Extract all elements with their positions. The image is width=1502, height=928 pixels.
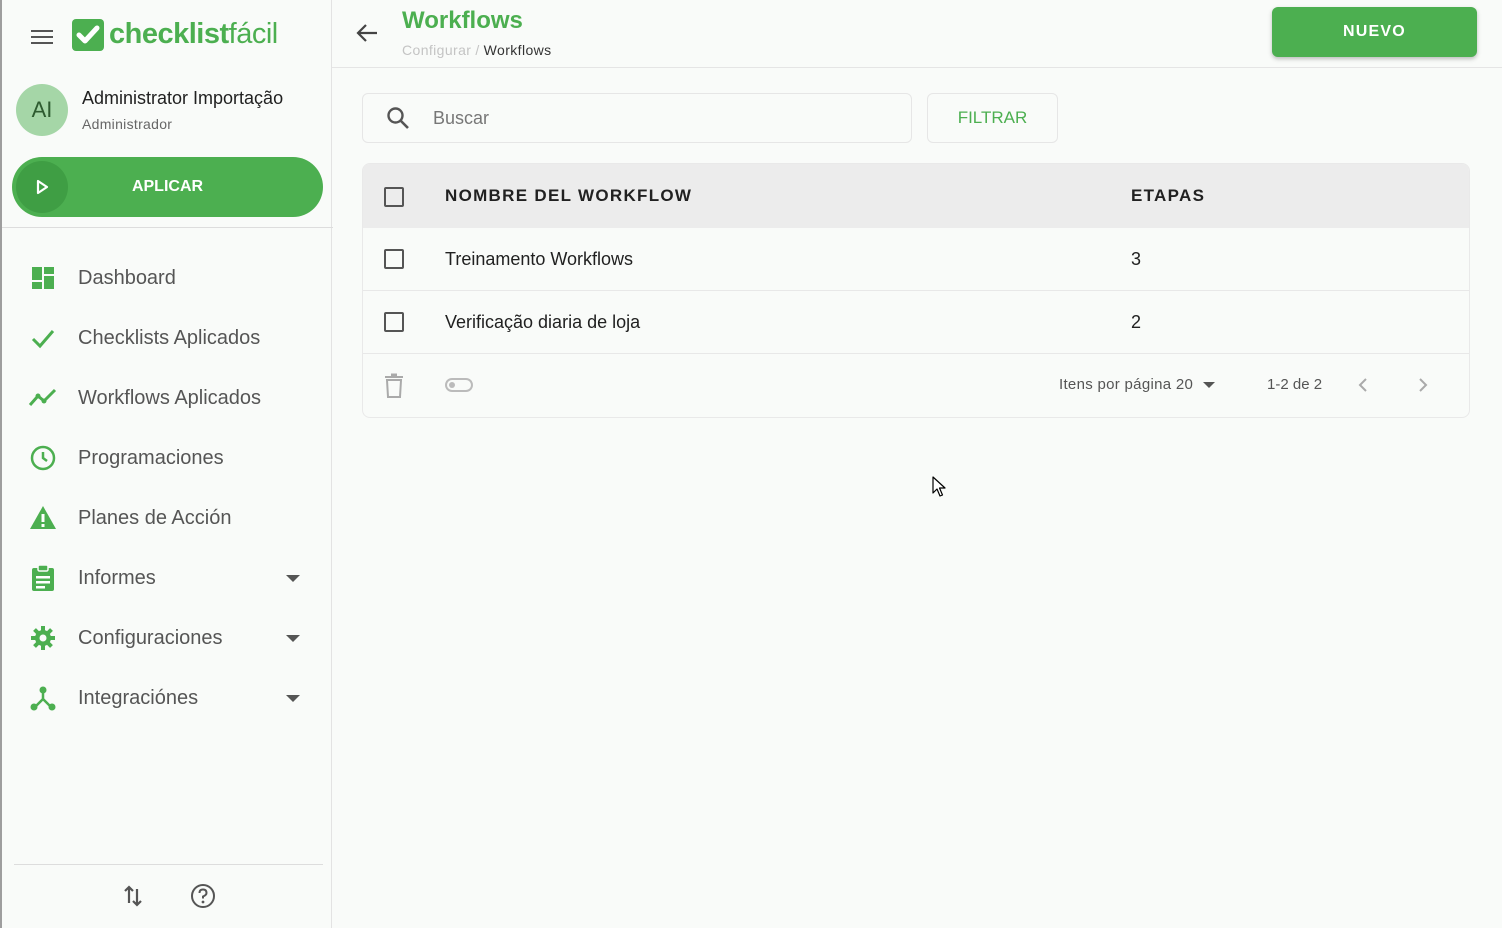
sidebar-item-dashboard[interactable]: Dashboard	[2, 248, 332, 308]
breadcrumb-parent-link[interactable]: Configurar	[402, 42, 471, 58]
sidebar: checklistfácil AI Administrator Importaç…	[0, 0, 333, 928]
chevron-down-icon	[1203, 381, 1216, 388]
app-logo[interactable]: checklistfácil	[72, 18, 278, 51]
sidebar-footer	[2, 878, 332, 914]
toggle-switch[interactable]	[445, 378, 473, 392]
workflow-stages: 3	[1131, 249, 1142, 269]
chevron-down-icon	[286, 575, 300, 582]
trash-icon[interactable]	[383, 373, 405, 399]
clipboard-icon	[28, 563, 58, 593]
pagination-range: 1-2 de 2	[1267, 376, 1323, 393]
play-icon	[16, 161, 68, 213]
sidebar-item-workflows-aplicados[interactable]: Workflows Aplicados	[2, 368, 332, 428]
new-button[interactable]: NUEVO	[1272, 7, 1477, 57]
avatar: AI	[16, 84, 68, 136]
items-per-page-select[interactable]: Itens por página 20	[1059, 376, 1216, 393]
sidebar-item-label: Checklists Aplicados	[78, 326, 261, 349]
chevron-down-icon	[286, 695, 300, 702]
row-checkbox[interactable]	[384, 312, 404, 332]
sidebar-item-label: Integraciónes	[78, 686, 199, 709]
check-icon	[28, 323, 58, 353]
items-per-page-value: 20	[1175, 376, 1194, 393]
table-header: NOMBRE DEL WORKFLOW ETAPAS	[363, 164, 1469, 228]
hamburger-menu-icon[interactable]	[28, 26, 56, 48]
sidebar-item-informes[interactable]: Informes	[2, 548, 332, 608]
page-header: Workflows Configurar / Workflows NUEVO	[332, 0, 1502, 68]
page-title: Workflows	[402, 7, 523, 34]
sidebar-item-checklists-aplicados[interactable]: Checklists Aplicados	[2, 308, 332, 368]
workflow-name: Verificação diaria de loja	[445, 312, 641, 332]
sidebar-item-programaciones[interactable]: Programaciones	[2, 428, 332, 488]
sidebar-item-label: Workflows Aplicados	[78, 386, 262, 409]
next-page-icon[interactable]	[1410, 372, 1436, 398]
table-row[interactable]: Treinamento Workflows 3	[363, 228, 1469, 291]
sidebar-item-label: Configuraciones	[78, 626, 223, 649]
chevron-down-icon	[286, 635, 300, 642]
sidebar-item-configuraciones[interactable]: Configuraciones	[2, 608, 332, 668]
sidebar-divider	[2, 227, 333, 228]
user-profile[interactable]: AI Administrator Importação Administrado…	[16, 84, 283, 136]
workflows-table: NOMBRE DEL WORKFLOW ETAPAS Treinamento W…	[362, 163, 1470, 418]
integration-icon	[28, 683, 58, 713]
sidebar-item-label: Informes	[78, 566, 156, 589]
warning-icon	[28, 503, 58, 533]
search-box	[362, 93, 912, 143]
breadcrumb: Configurar / Workflows	[402, 42, 552, 58]
apply-label: APLICAR	[131, 178, 204, 195]
workflow-name: Treinamento Workflows	[445, 249, 634, 269]
mouse-pointer-icon	[932, 476, 948, 498]
items-per-page-label: Itens por página	[1059, 376, 1172, 393]
sidebar-item-label: Dashboard	[78, 266, 176, 289]
user-role: Administrador	[82, 116, 173, 132]
table-footer: Itens por página 20 1-2 de 2	[363, 354, 1469, 417]
back-arrow-icon[interactable]	[352, 18, 382, 48]
previous-page-icon[interactable]	[1350, 372, 1376, 398]
help-icon[interactable]	[187, 880, 219, 912]
sidebar-nav: Dashboard Checklists Aplicados Workflows…	[2, 248, 332, 728]
apply-button[interactable]: APLICAR	[12, 157, 323, 217]
sidebar-item-integraciones[interactable]: Integraciónes	[2, 668, 332, 728]
sort-arrows-icon[interactable]	[117, 880, 149, 912]
trending-icon	[28, 383, 58, 413]
workflow-stages: 2	[1131, 312, 1142, 332]
sidebar-item-label: Planes de Acción	[78, 506, 232, 529]
select-all-checkbox[interactable]	[384, 187, 404, 207]
sidebar-item-planes-de-accion[interactable]: Planes de Acción	[2, 488, 332, 548]
gear-icon	[28, 623, 58, 653]
column-header-stages[interactable]: ETAPAS	[1131, 186, 1205, 206]
dashboard-icon	[28, 263, 58, 293]
logo-wordmark: checklistfácil	[109, 18, 278, 50]
search-input[interactable]	[433, 107, 873, 129]
row-checkbox[interactable]	[384, 249, 404, 269]
user-name: Administrator Importação	[82, 88, 284, 108]
table-row[interactable]: Verificação diaria de loja 2	[363, 291, 1469, 354]
logo-check-icon	[72, 18, 104, 51]
filter-button[interactable]: FILTRAR	[927, 93, 1058, 143]
search-icon	[383, 103, 413, 133]
breadcrumb-separator: /	[475, 42, 480, 58]
sidebar-bottom-divider	[14, 864, 323, 865]
breadcrumb-current: Workflows	[483, 42, 552, 58]
clock-icon	[28, 443, 58, 473]
sidebar-item-label: Programaciones	[78, 446, 224, 469]
column-header-name[interactable]: NOMBRE DEL WORKFLOW	[445, 186, 692, 206]
